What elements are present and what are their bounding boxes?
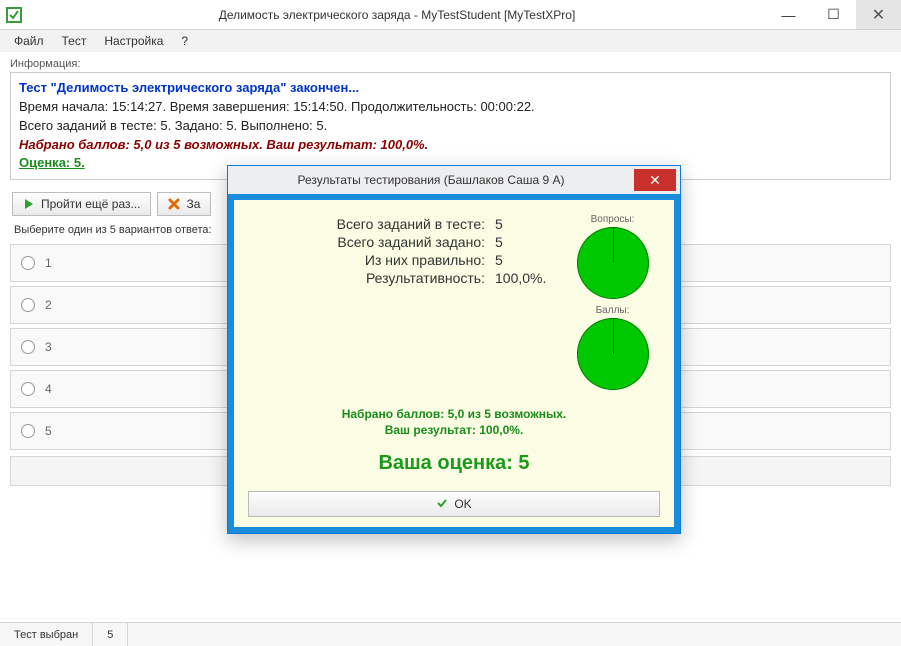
answer-label: 1 [45, 256, 52, 270]
score-line1: Набрано баллов: 5,0 из 5 возможных. [248, 406, 660, 422]
info-box: Тест "Делимость электрического заряда" з… [10, 72, 891, 180]
radio-icon [21, 256, 35, 270]
stat-efficiency-label: Результативность: [248, 270, 495, 286]
answer-label: 2 [45, 298, 52, 312]
results-dialog: Результаты тестирования (Башлаков Саша 9… [227, 165, 681, 534]
info-tasks: Всего заданий в тесте: 5. Задано: 5. Вып… [19, 117, 882, 136]
stat-total-label: Всего заданий в тесте: [248, 216, 495, 232]
status-bar: Тест выбран 5 [0, 622, 901, 646]
status-text: Тест выбран [0, 623, 93, 646]
check-icon [436, 497, 448, 512]
window-titlebar: Делимость электрического заряда - MyTest… [0, 0, 901, 30]
info-test-finished: Тест "Делимость электрического заряда" з… [19, 79, 882, 98]
maximize-button[interactable]: ☐ [811, 0, 856, 29]
stat-asked-value: 5 [495, 234, 565, 250]
menu-test[interactable]: Тест [54, 32, 95, 50]
dialog-title: Результаты тестирования (Башлаков Саша 9… [228, 173, 634, 187]
dialog-titlebar: Результаты тестирования (Башлаков Саша 9… [228, 166, 680, 194]
close-test-button-label: За [186, 197, 200, 211]
info-group-label: Информация: [10, 58, 891, 70]
play-icon [23, 198, 35, 210]
score-summary: Набрано баллов: 5,0 из 5 возможных. Ваш … [248, 406, 660, 438]
ok-button[interactable]: OK [248, 491, 660, 517]
stat-asked-label: Всего заданий задано: [248, 234, 495, 250]
app-icon [0, 7, 28, 23]
close-button[interactable]: ✕ [856, 0, 901, 29]
stat-efficiency-value: 100,0%. [495, 270, 565, 286]
score-line2: Ваш результат: 100,0%. [248, 422, 660, 438]
menu-help[interactable]: ? [173, 32, 196, 50]
menu-settings[interactable]: Настройка [96, 32, 171, 50]
chart-questions-pie [577, 227, 649, 299]
status-count: 5 [93, 623, 128, 646]
info-timing: Время начала: 15:14:27. Время завершения… [19, 98, 882, 117]
close-test-button[interactable]: За [157, 192, 211, 216]
menu-bar: Файл Тест Настройка ? [0, 30, 901, 52]
radio-icon [21, 298, 35, 312]
answer-label: 4 [45, 382, 52, 396]
answer-label: 5 [45, 424, 52, 438]
dialog-close-button[interactable]: ✕ [634, 169, 676, 191]
stat-correct-label: Из них правильно: [248, 252, 495, 268]
menu-file[interactable]: Файл [6, 32, 52, 50]
stat-correct-value: 5 [495, 252, 565, 268]
info-score: Набрано баллов: 5,0 из 5 возможных. Ваш … [19, 136, 882, 155]
chart-points-pie [577, 318, 649, 390]
radio-icon [21, 382, 35, 396]
radio-icon [21, 340, 35, 354]
chart-questions-caption: Вопросы: [565, 214, 660, 225]
answer-label: 3 [45, 340, 52, 354]
cancel-icon [168, 198, 180, 210]
chart-points-caption: Баллы: [565, 305, 660, 316]
stat-total-value: 5 [495, 216, 565, 232]
window-title: Делимость электрического заряда - MyTest… [28, 8, 766, 22]
retry-button-label: Пройти ещё раз... [41, 197, 140, 211]
radio-icon [21, 424, 35, 438]
retry-button[interactable]: Пройти ещё раз... [12, 192, 151, 216]
ok-button-label: OK [454, 497, 471, 511]
grade-text: Ваша оценка: 5 [378, 452, 529, 474]
minimize-button[interactable]: — [766, 0, 811, 29]
